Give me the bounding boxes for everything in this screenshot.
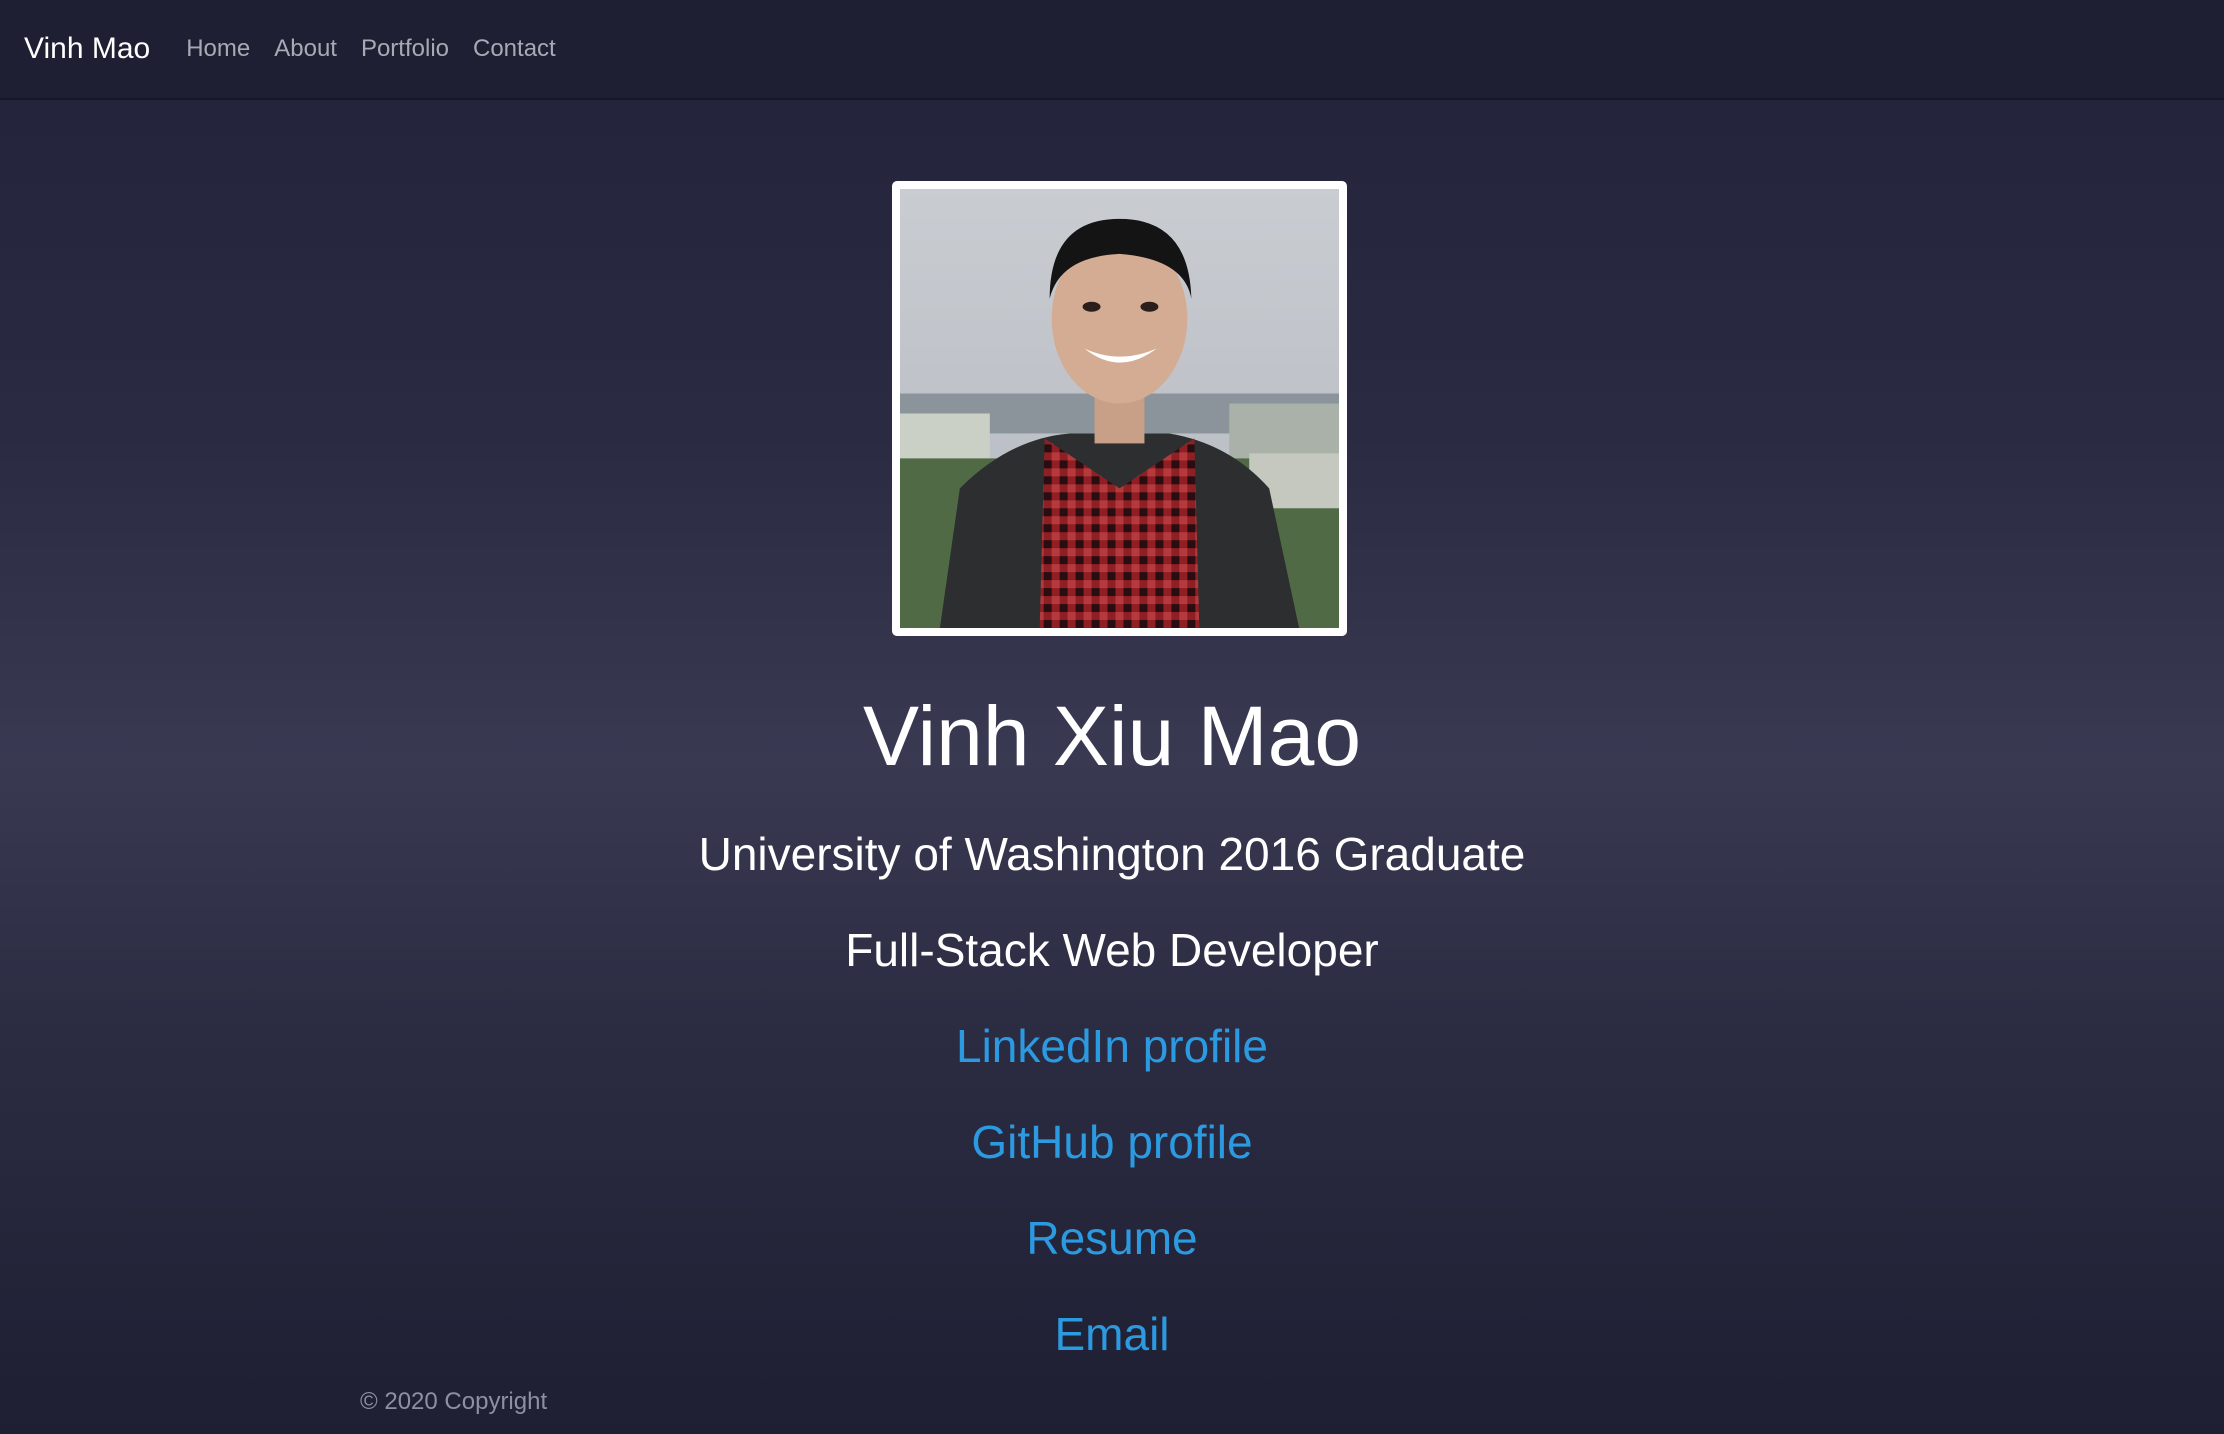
navbar: Vinh Mao Home About Portfolio Contact xyxy=(0,0,2224,100)
role-text: Full-Stack Web Developer xyxy=(845,924,1379,976)
linkedin-link[interactable]: LinkedIn profile xyxy=(956,1019,1268,1074)
nav-link-contact[interactable]: Contact xyxy=(473,35,556,63)
email-link[interactable]: Email xyxy=(1054,1307,1169,1362)
nav-link-portfolio[interactable]: Portfolio xyxy=(361,35,449,63)
navbar-brand[interactable]: Vinh Mao xyxy=(24,32,150,66)
resume-link-row: Resume xyxy=(0,1211,2224,1266)
github-link-row: GitHub profile xyxy=(0,1115,2224,1170)
email-link-row: Email xyxy=(0,1307,2224,1362)
profile-photo xyxy=(900,189,1339,628)
profile-photo-frame xyxy=(892,181,1347,636)
github-link[interactable]: GitHub profile xyxy=(971,1115,1252,1170)
resume-link[interactable]: Resume xyxy=(1026,1211,1197,1266)
education-text: University of Washington 2016 Graduate xyxy=(698,828,1526,880)
profile-name: Vinh Xiu Mao xyxy=(862,689,1362,783)
footer-copyright: © 2020 Copyright xyxy=(360,1388,548,1415)
nav-link-home[interactable]: Home xyxy=(186,35,250,63)
nav-link-about[interactable]: About xyxy=(274,35,337,63)
linkedin-link-row: LinkedIn profile xyxy=(0,1019,2224,1074)
